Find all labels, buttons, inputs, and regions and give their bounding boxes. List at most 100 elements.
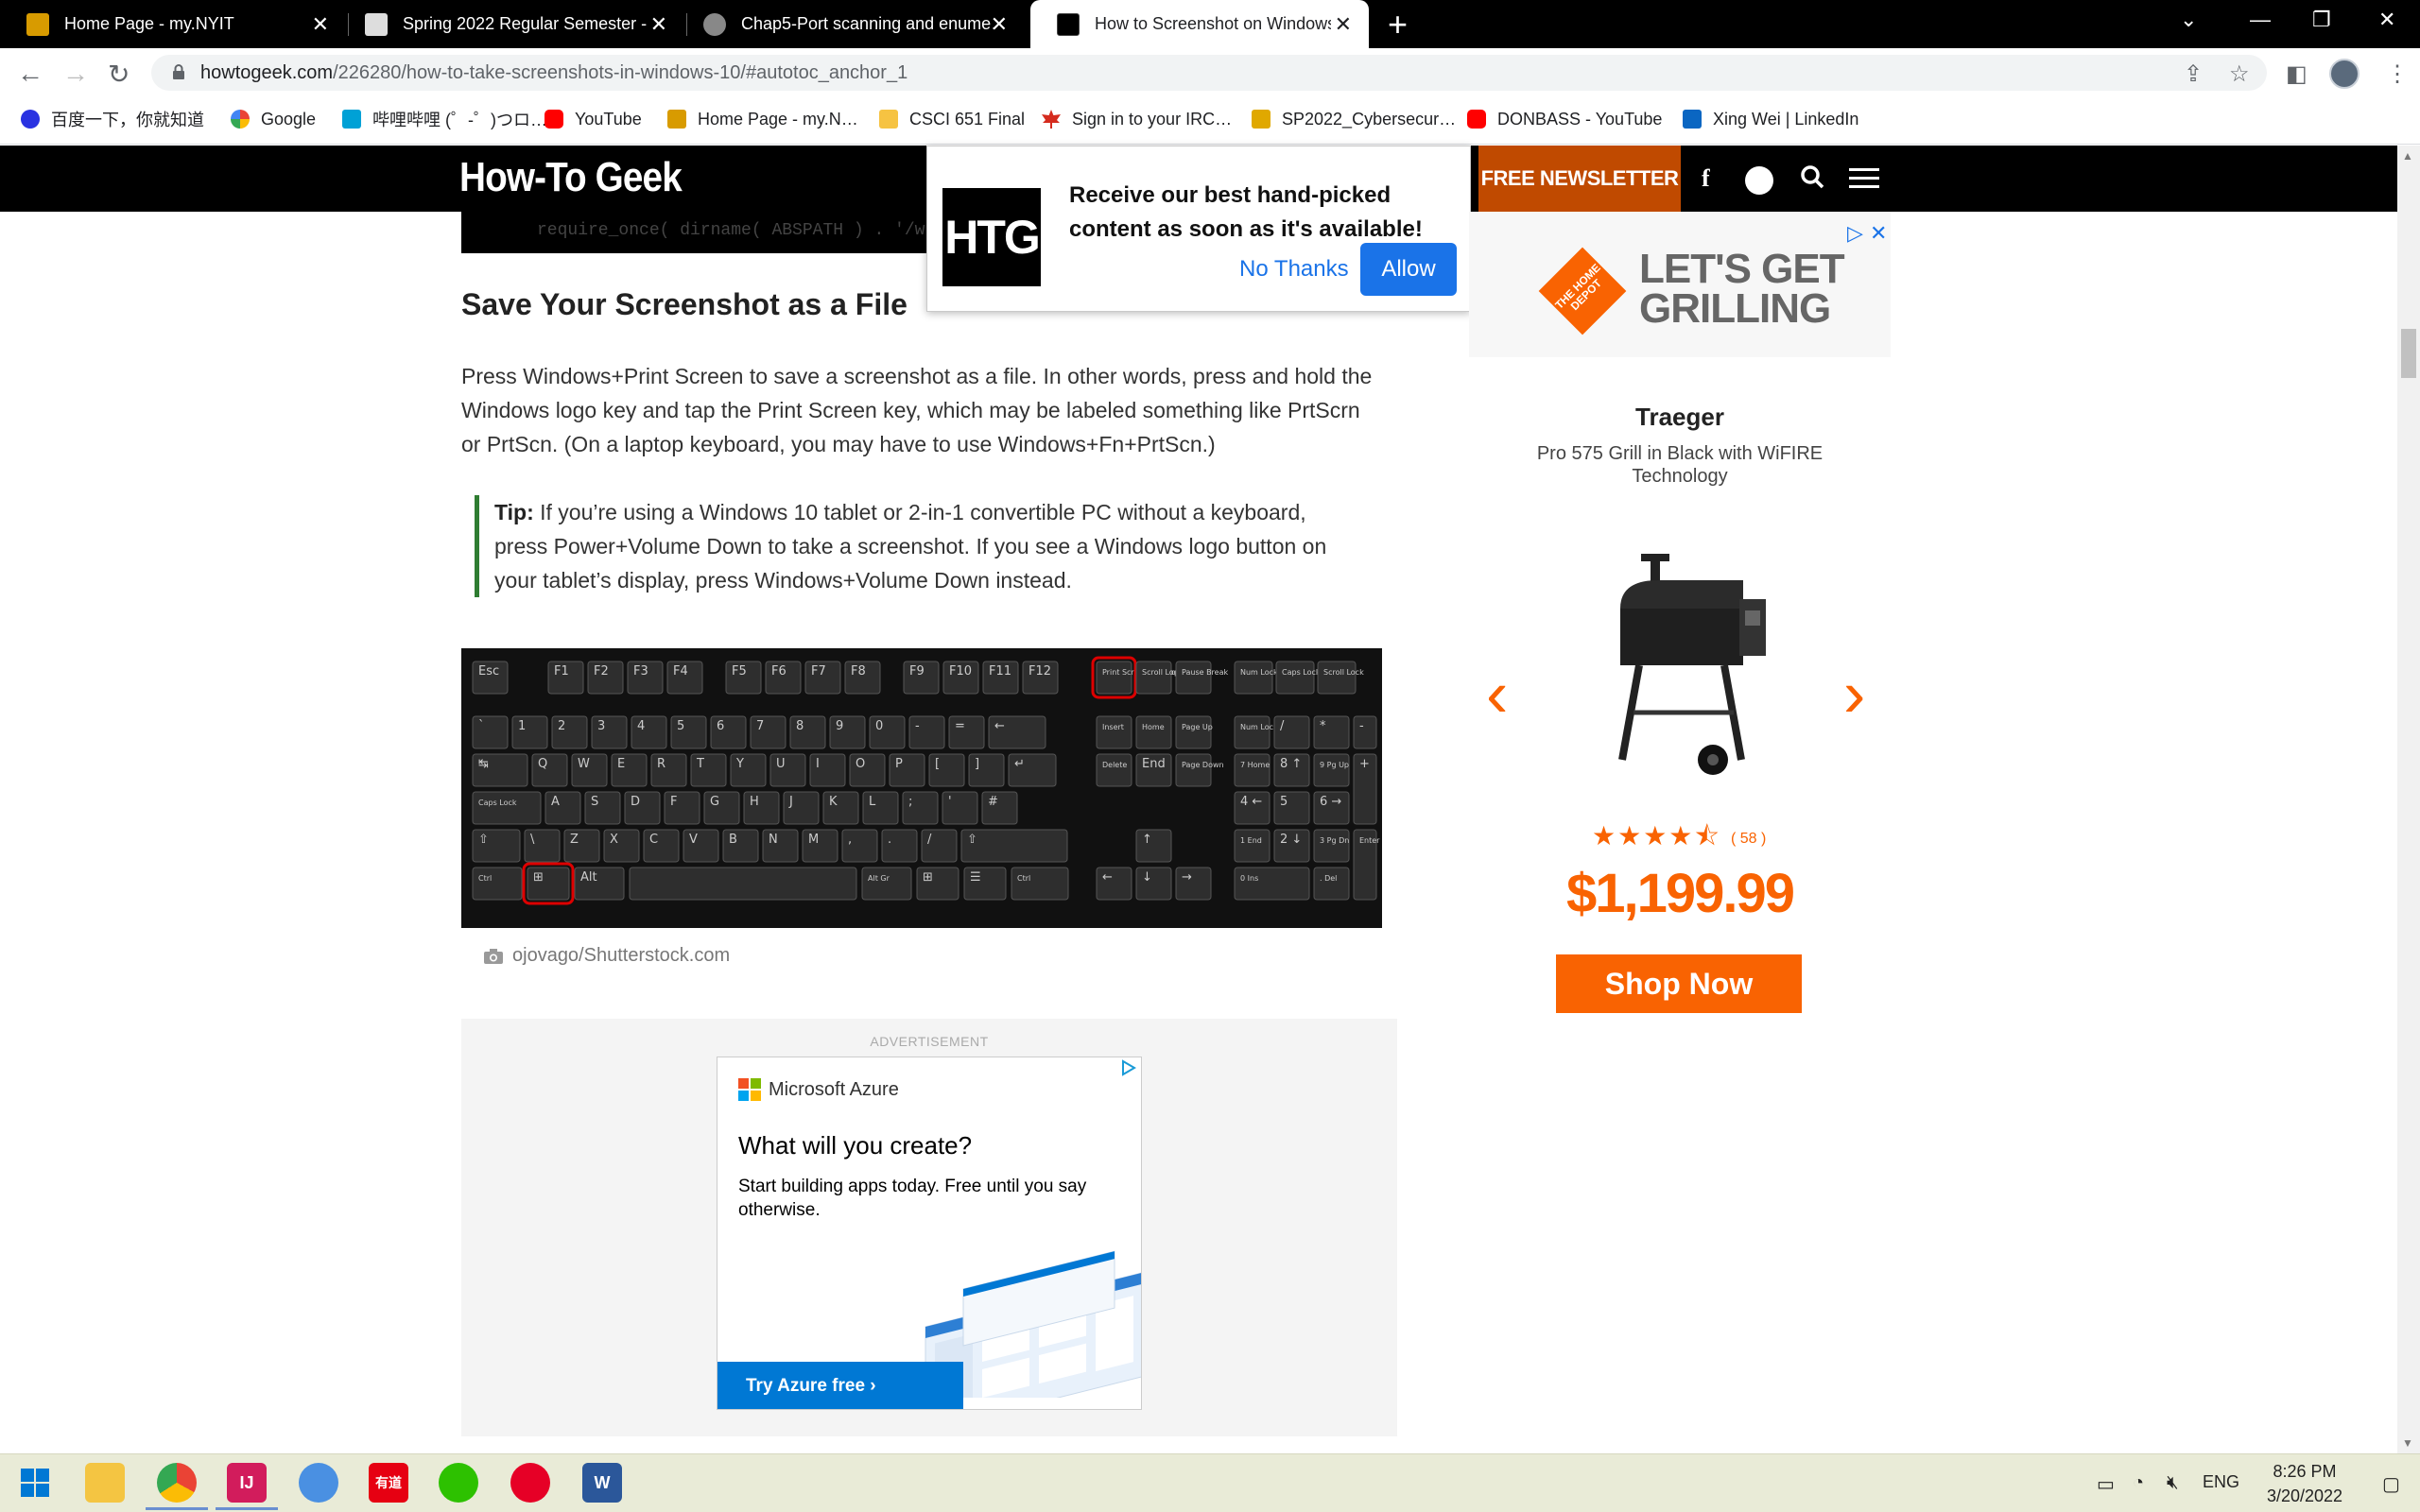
svg-text:;: ; — [908, 795, 912, 809]
carousel-next-icon[interactable]: › — [1843, 656, 1865, 731]
bookmark-star-icon[interactable]: ☆ — [2229, 60, 2250, 88]
svg-text:,: , — [848, 833, 852, 847]
bookmark-google[interactable]: Google — [231, 107, 316, 131]
scrollbar-thumb[interactable] — [2401, 329, 2416, 378]
google-icon — [231, 110, 250, 129]
tip-text: If you’re using a Windows 10 tablet or 2… — [494, 500, 1327, 593]
svg-text:D: D — [631, 795, 640, 809]
svg-text:F3: F3 — [633, 664, 648, 679]
word-icon[interactable]: W — [582, 1463, 622, 1503]
key: Z — [563, 829, 600, 863]
adchoices-icon[interactable] — [1120, 1059, 1137, 1076]
restore-button[interactable]: ❐ — [2312, 8, 2331, 32]
close-tab-icon[interactable]: ✕ — [312, 12, 329, 37]
nyit-icon — [667, 110, 686, 129]
try-azure-button[interactable]: Try Azure free › — [717, 1362, 963, 1409]
close-window-button[interactable]: ✕ — [2378, 8, 2395, 32]
key: E — [611, 753, 648, 787]
svg-text:M: M — [808, 833, 819, 847]
close-tab-icon[interactable]: ✕ — [1335, 12, 1352, 37]
key-fn: F5 — [725, 661, 762, 695]
bookmark-bilibili[interactable]: 哔哩哔哩 (゜-゜)つロ… — [342, 107, 547, 131]
language-indicator[interactable]: ENG — [2203, 1472, 2239, 1492]
key: - — [908, 715, 945, 749]
bookmark-csci651[interactable]: CSCI 651 Final — [879, 107, 1025, 131]
wifi-icon[interactable]: ◔ — [2133, 1472, 2144, 1494]
htg-badge: HTG — [942, 188, 1041, 286]
back-button[interactable]: ← — [17, 59, 43, 89]
facebook-icon[interactable]: f — [1702, 164, 1710, 193]
site-logo[interactable]: How-To Geek — [459, 154, 683, 201]
youdao-icon[interactable]: 有道 — [369, 1463, 408, 1503]
free-newsletter-button[interactable]: FREE NEWSLETTER — [1478, 146, 1681, 212]
reload-button[interactable]: ↻ — [108, 59, 130, 90]
svg-text:F11: F11 — [989, 664, 1011, 679]
tab-chap5[interactable]: Chap5-Port scanning and enume… ✕ — [677, 0, 1025, 48]
netease-music-icon[interactable] — [510, 1463, 550, 1503]
file-explorer-icon[interactable] — [85, 1463, 125, 1503]
bookmark-linkedin[interactable]: Xing Wei | LinkedIn — [1683, 107, 1858, 131]
tab-search-icon[interactable]: ⌄ — [2180, 8, 2197, 32]
allow-button[interactable]: Allow — [1360, 243, 1457, 296]
key-fn: F10 — [942, 661, 979, 695]
key-numpad: + — [1353, 753, 1377, 825]
twitter-icon[interactable] — [1745, 166, 1773, 195]
profile-avatar[interactable] — [2329, 59, 2360, 89]
bookmark-youtube[interactable]: YouTube — [544, 107, 642, 131]
system-clock[interactable]: 8:26 PM 3/20/2022 — [2248, 1459, 2361, 1508]
carousel-prev-icon[interactable]: ‹ — [1486, 656, 1508, 731]
svg-text:Ctrl: Ctrl — [1017, 874, 1030, 883]
side-panel-icon[interactable]: ◧ — [2286, 60, 2308, 88]
battery-icon[interactable]: ▭ — [2097, 1472, 2115, 1496]
key: G — [703, 791, 740, 825]
share-icon[interactable]: ⇪ — [2184, 60, 2203, 88]
shop-now-button[interactable]: Shop Now — [1556, 954, 1802, 1013]
bookmark-sp2022[interactable]: SP2022_Cybersecur… — [1252, 107, 1456, 131]
key: 9 — [829, 715, 866, 749]
bookmark-donbass[interactable]: DONBASS - YouTube — [1467, 107, 1662, 131]
youtube-icon — [1467, 110, 1486, 129]
minimize-button[interactable]: — — [2250, 8, 2271, 32]
volume-muted-icon[interactable]: 🔇︎ — [2167, 1472, 2179, 1494]
bookmark-my-nyit[interactable]: Home Page - my.N… — [667, 107, 858, 131]
intellij-icon[interactable]: IJ — [216, 1463, 278, 1510]
search-icon[interactable] — [1800, 164, 1824, 196]
svg-text:6: 6 — [717, 719, 724, 733]
windows-start-icon[interactable] — [15, 1463, 55, 1503]
bookmark-irc[interactable]: Sign in to your IRC… — [1042, 107, 1232, 131]
bookmark-baidu[interactable]: 百度一下，你就知道 — [21, 107, 204, 131]
forward-button[interactable]: → — [62, 59, 89, 89]
browser-app-icon[interactable] — [299, 1463, 338, 1503]
address-bar[interactable]: howtogeek.com/226280/how-to-take-screens… — [151, 55, 2267, 91]
azure-ad[interactable]: Microsoft Azure What will you create? St… — [717, 1057, 1142, 1410]
scroll-up-arrow-icon[interactable]: ▲ — [2402, 149, 2413, 163]
svg-text:2: 2 — [558, 719, 565, 733]
key: K — [822, 791, 859, 825]
no-thanks-button[interactable]: No Thanks — [1239, 256, 1349, 283]
key: ] — [968, 753, 1005, 787]
tab-spring-semester[interactable]: Spring 2022 Regular Semester - … ✕ — [338, 0, 684, 48]
close-tab-icon[interactable]: ✕ — [650, 12, 667, 37]
sidebar-ad[interactable]: THE HOME DEPOT LET'S GET GRILLING ▷ ✕ Tr… — [1469, 212, 1891, 1066]
chrome-icon[interactable] — [146, 1463, 208, 1510]
key: 8 — [789, 715, 826, 749]
notifications-icon[interactable]: ▢ — [2382, 1472, 2400, 1496]
hamburger-menu-icon[interactable] — [1849, 166, 1879, 198]
keyboard-illustration: Esc F1 F2 F3 F4 F5 F6 F7 F8 F9 F10 F11 F12 Print Scre… — [472, 656, 1380, 905]
key: N — [762, 829, 799, 863]
close-tab-icon[interactable]: ✕ — [991, 12, 1008, 37]
new-tab-button[interactable]: + — [1388, 5, 1408, 44]
key: B — [722, 829, 759, 863]
adchoices-icon[interactable]: ▷ — [1847, 221, 1863, 246]
tab-how-to-screenshot[interactable]: How to Screenshot on Windows… ✕ — [1030, 0, 1369, 48]
svg-text:⊞: ⊞ — [533, 870, 544, 885]
home-depot-banner[interactable]: THE HOME DEPOT LET'S GET GRILLING ▷ ✕ — [1469, 212, 1891, 357]
scroll-down-arrow-icon[interactable]: ▼ — [2402, 1436, 2413, 1450]
svg-text:Delete: Delete — [1102, 761, 1127, 769]
tab-my-nyit[interactable]: Home Page - my.NYIT ✕ — [0, 0, 346, 48]
wechat-icon[interactable] — [439, 1463, 478, 1503]
tip-label: Tip: — [494, 500, 534, 524]
svg-text:←: ← — [1102, 870, 1113, 885]
close-ad-icon[interactable]: ✕ — [1870, 221, 1887, 246]
menu-kebab-icon[interactable]: ⋮ — [2386, 60, 2409, 88]
